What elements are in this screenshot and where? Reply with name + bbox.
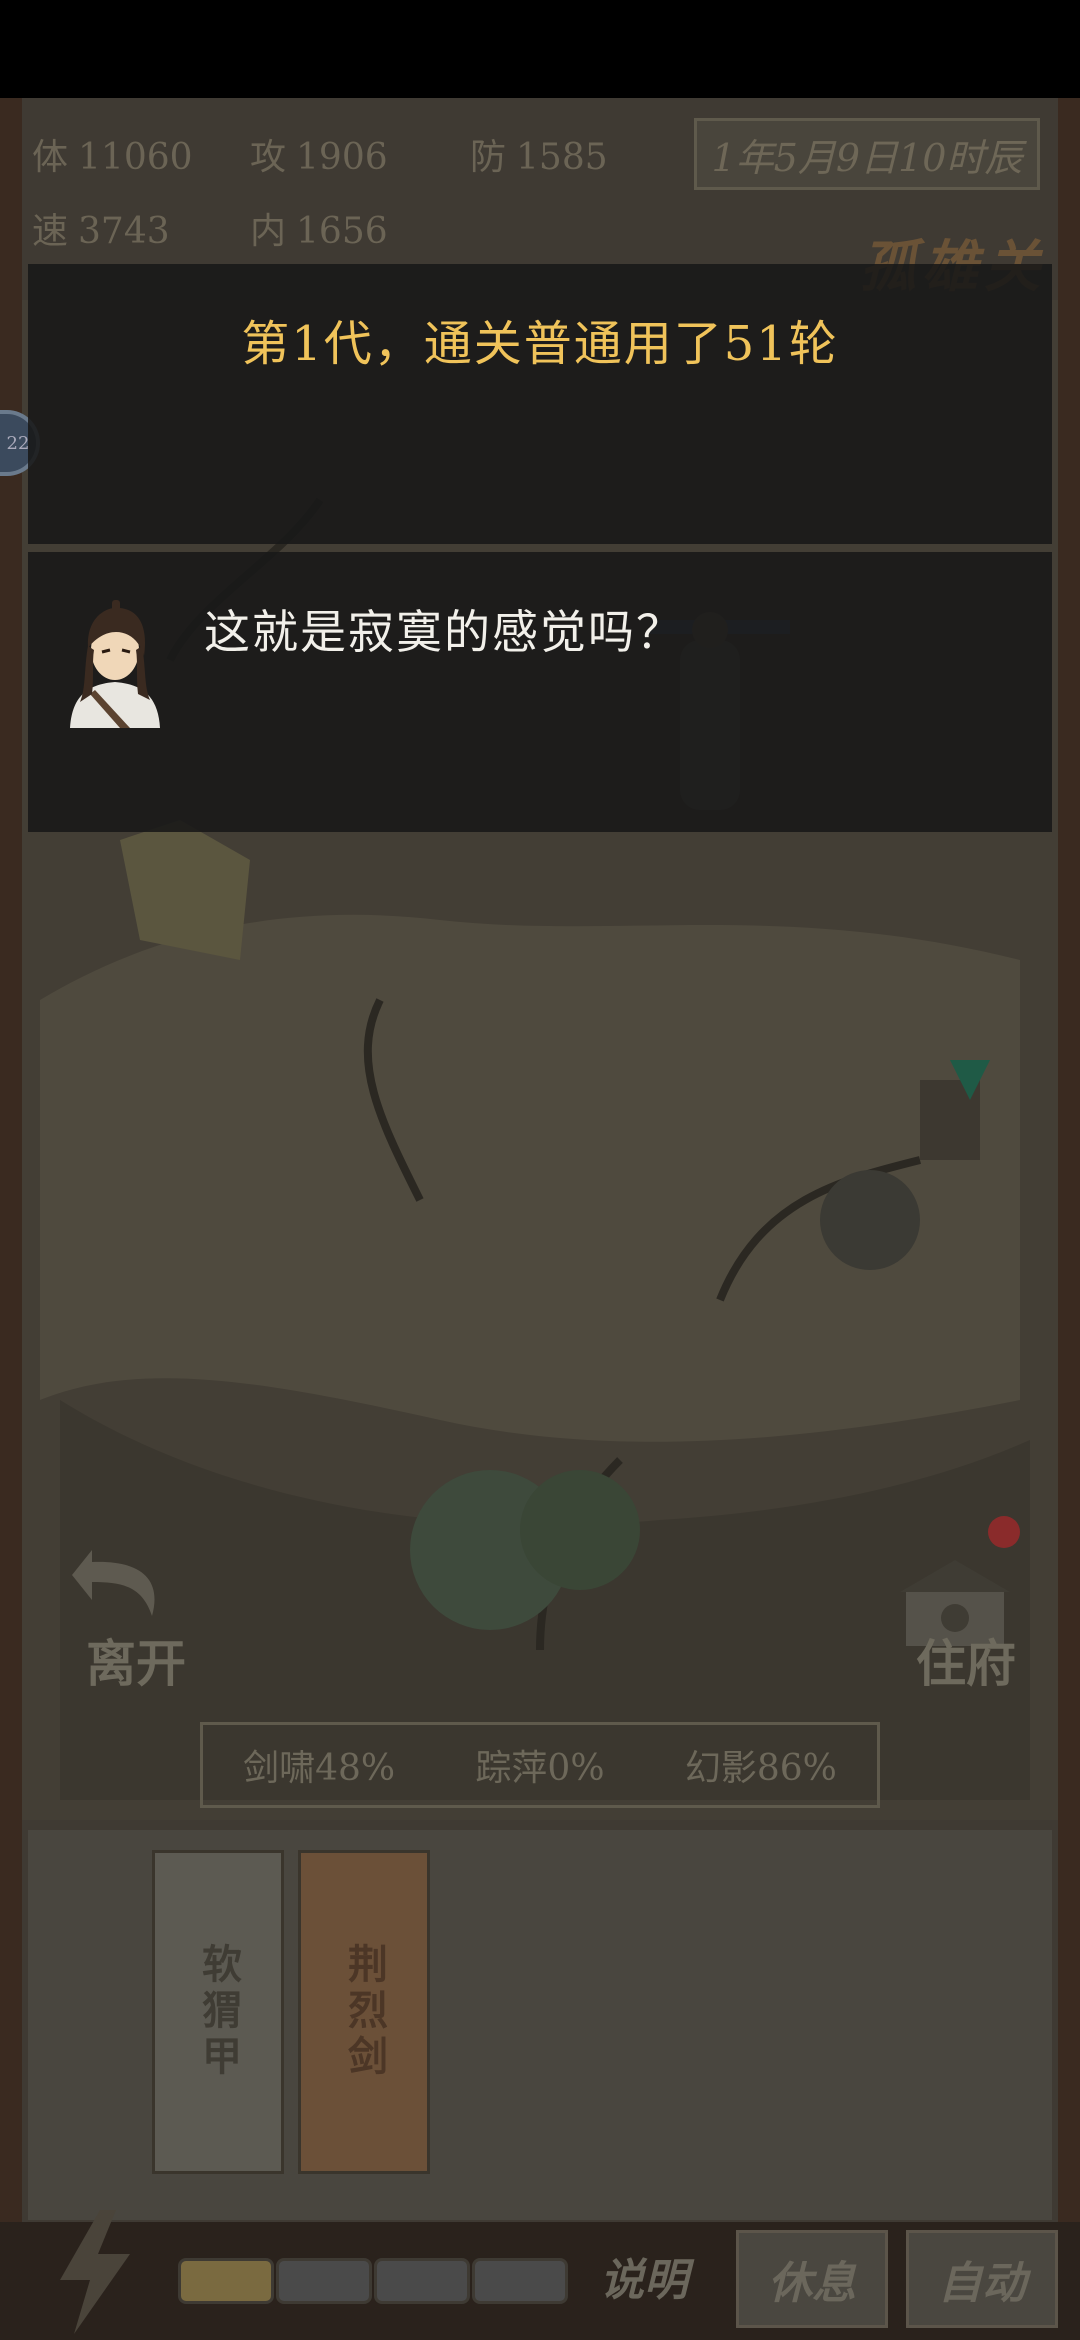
energy-slot [472, 2258, 568, 2304]
game-date: 1年5月9日10时辰 [694, 118, 1040, 190]
equipment-card-sword[interactable]: 荆烈剑 [298, 1850, 430, 2174]
stat-speed: 速 3743 [32, 211, 170, 252]
dialog-panel[interactable]: 这就是寂寞的感觉吗？ [28, 552, 1052, 832]
character-portrait [70, 600, 160, 728]
result-banner: 第1代，通关普通用了51轮 [28, 264, 1052, 544]
result-text: 第1代，通关普通用了51轮 [241, 316, 839, 372]
stat-defense: 防 1585 [470, 137, 608, 178]
residence-button[interactable]: 住府 [916, 1624, 1016, 1696]
stat-attack: 攻 1906 [250, 137, 388, 178]
explain-button[interactable]: 说明 [600, 2244, 688, 2308]
rest-button[interactable]: 休息 [736, 2230, 888, 2328]
energy-slot [178, 2258, 274, 2304]
energy-slot [374, 2258, 470, 2304]
leave-button[interactable]: 离开 [86, 1624, 186, 1696]
skill-item: 踪萍0% [475, 1748, 605, 1789]
game-screen: 体 11060 攻 1906 防 1585 速 3743 内 1656 1年5月9日10时… [0, 0, 1080, 2340]
skill-item: 剑啸48% [243, 1748, 396, 1789]
auto-button[interactable]: 自动 [906, 2230, 1058, 2328]
stat-hp: 体 11060 [32, 137, 193, 178]
skill-bar: 剑啸48% 踪萍0% 幻影86% [200, 1722, 880, 1808]
lightning-icon [60, 2210, 130, 2334]
skill-item: 幻影86% [684, 1748, 837, 1789]
return-arrow-icon[interactable] [62, 1520, 182, 1630]
dialog-text: 这就是寂寞的感觉吗？ [204, 605, 684, 659]
equipment-card-armor[interactable]: 软猬甲 [152, 1850, 284, 2174]
status-bar-area [0, 0, 1080, 98]
energy-slot [276, 2258, 372, 2304]
stat-inner: 内 1656 [250, 211, 388, 252]
